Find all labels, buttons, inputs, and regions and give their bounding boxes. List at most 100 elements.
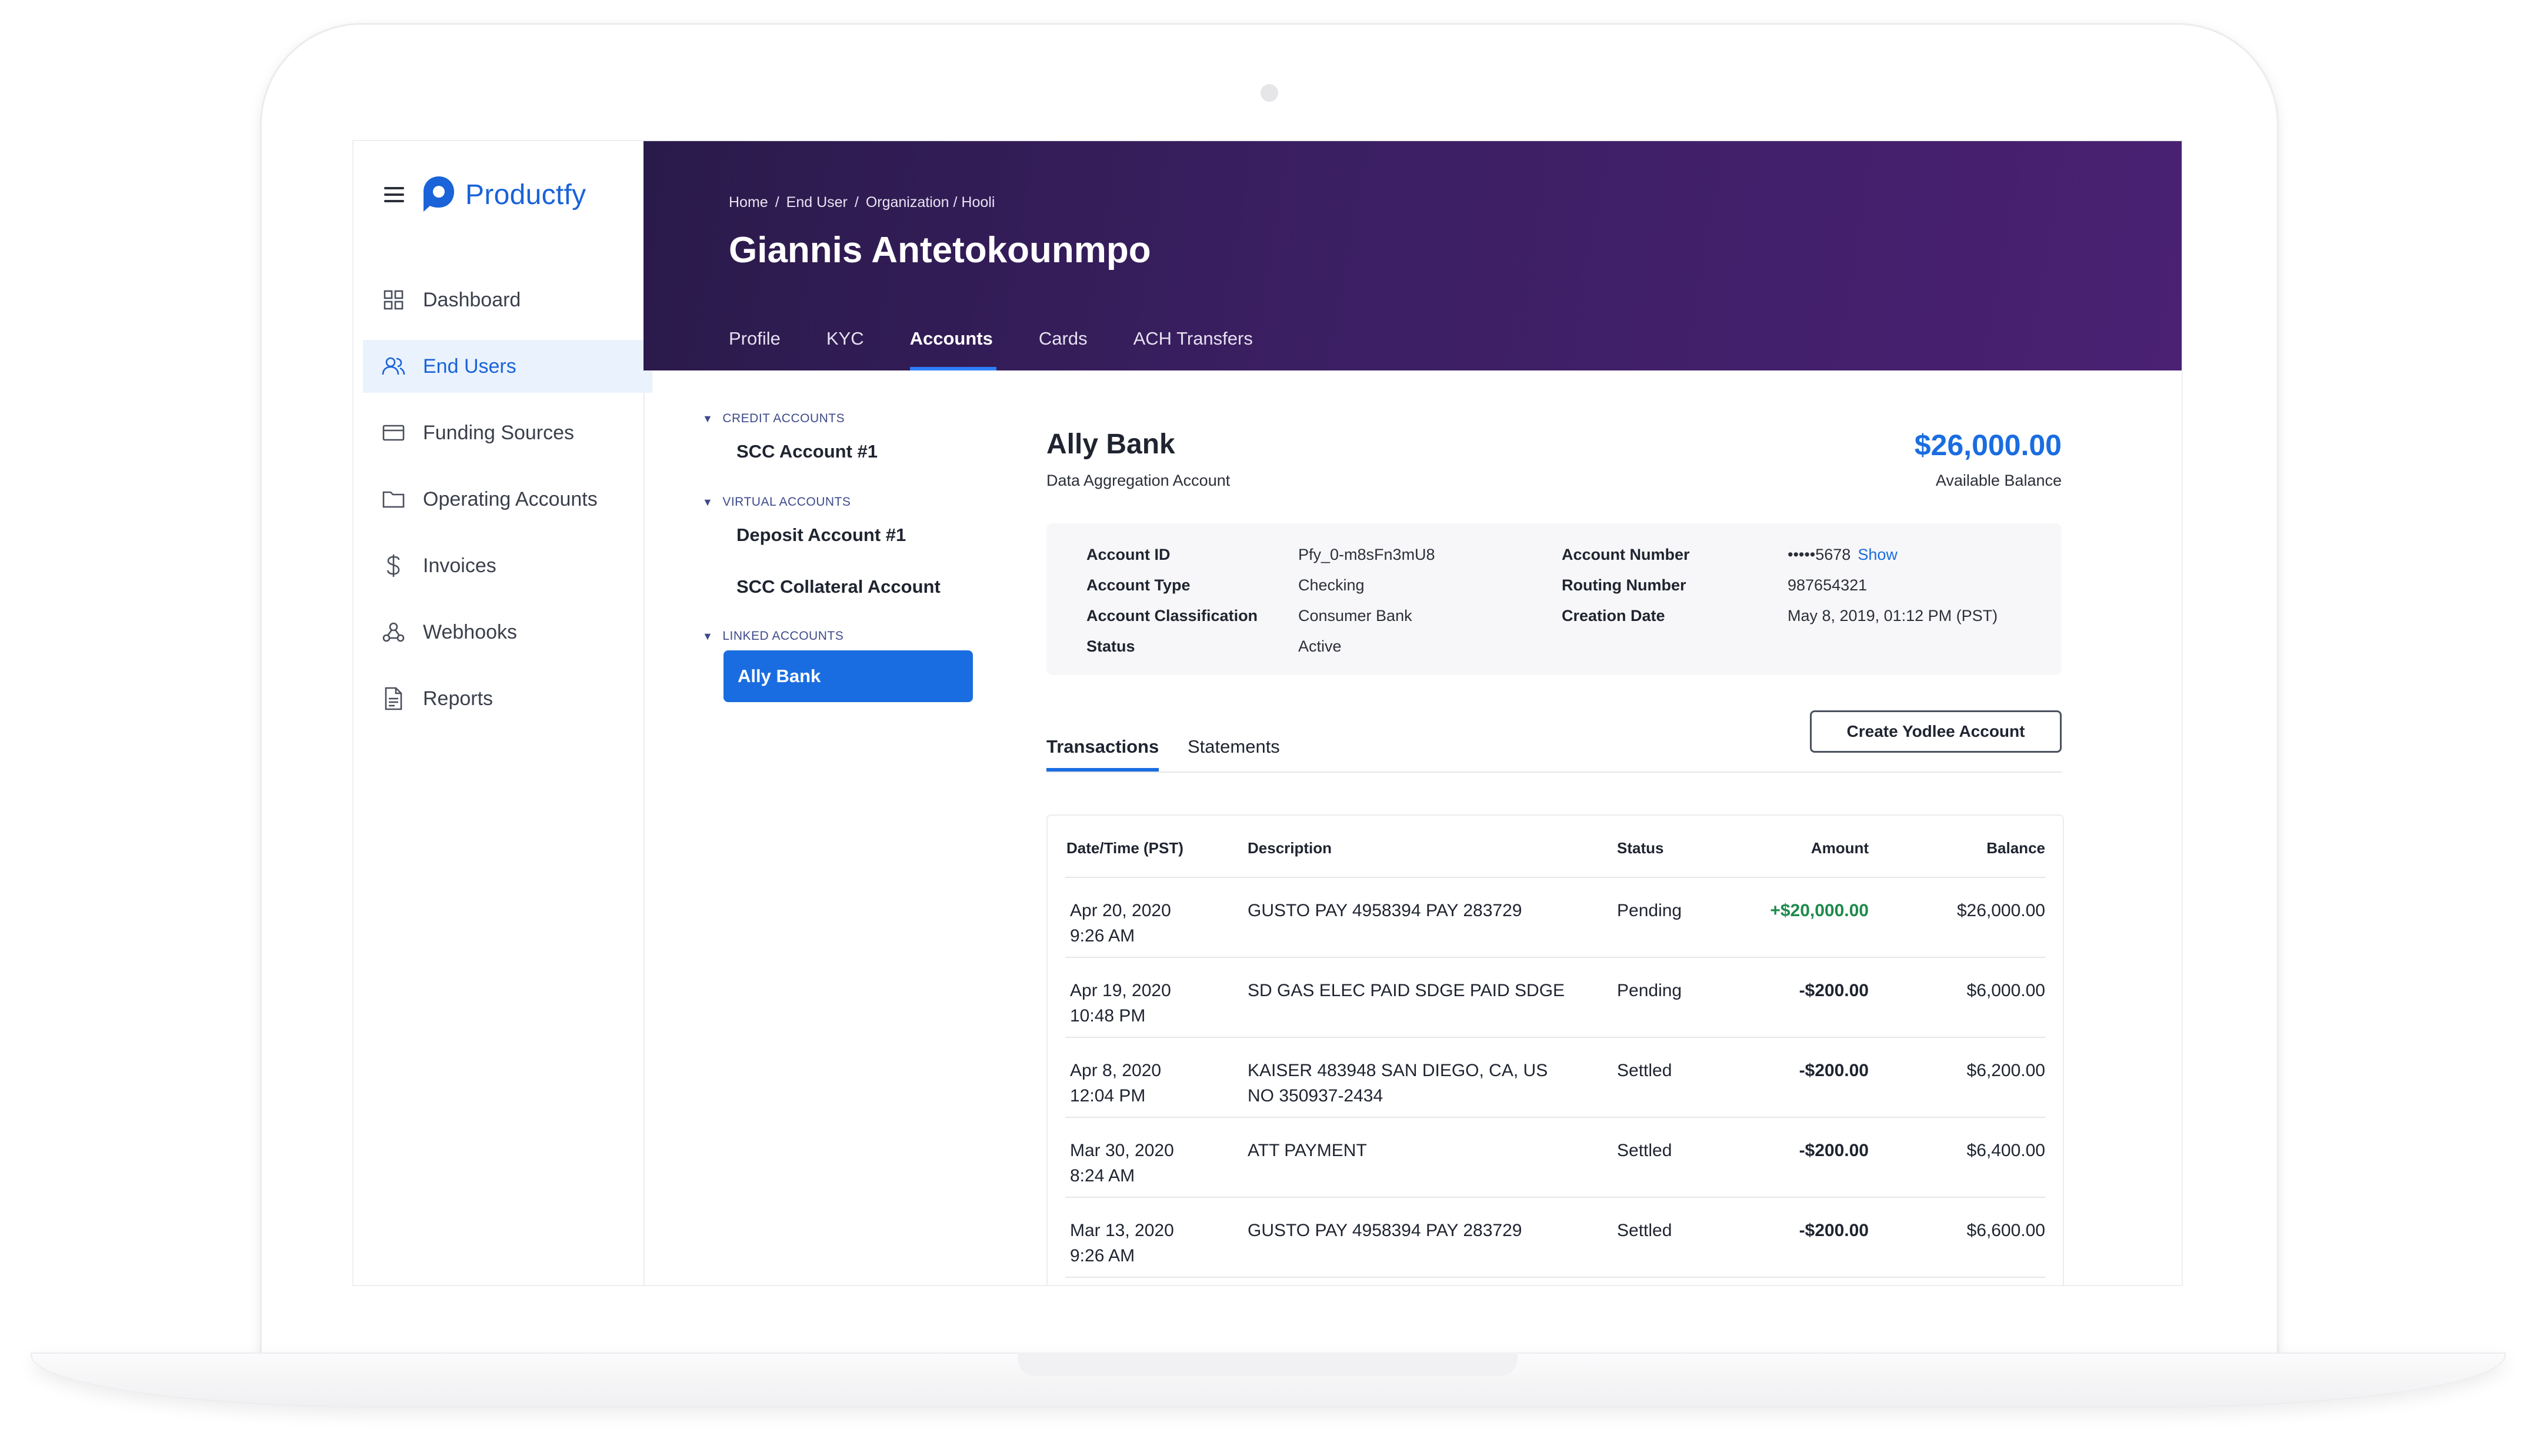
card-icon — [382, 421, 405, 445]
account-details-panel: Account ID Pfy_0-m8sFn3mU8 Account Type … — [1046, 523, 2062, 675]
caret-down-icon: ▼ — [702, 630, 713, 642]
sidebar-item-label: Operating Accounts — [423, 487, 598, 510]
status-label: Status — [1086, 637, 1135, 655]
column-header-status[interactable]: Status — [1617, 839, 1663, 857]
webhook-icon — [382, 620, 405, 644]
brand-row: Productfy — [384, 175, 586, 214]
description-cell: GUSTO PAY 4958394 PAY 283729 — [1248, 1221, 1522, 1240]
breadcrumb-organization[interactable]: Organization / Hooli — [866, 194, 995, 211]
app-name: Productfy — [465, 179, 586, 211]
date-cell: Apr 19, 2020 10:48 PM — [1070, 981, 1171, 1026]
classification-label: Account Classification — [1086, 607, 1258, 625]
date-cell: Mar 30, 2020 8:24 AM — [1070, 1141, 1174, 1185]
status-value: Active — [1298, 637, 1342, 655]
column-header-date[interactable]: Date/Time (PST) — [1066, 839, 1183, 857]
productfy-logo-icon — [424, 176, 454, 212]
tab-accounts[interactable]: Accounts — [909, 328, 997, 370]
balance-cell: $6,000.00 — [1966, 981, 2045, 1000]
sidebar-item-label: Funding Sources — [423, 421, 575, 444]
laptop-notch — [1018, 1353, 1518, 1376]
sidebar-item-dashboard[interactable]: Dashboard — [354, 273, 643, 326]
account-name: Ally Bank — [1046, 429, 1175, 460]
group-virtual-accounts[interactable]: ▼ VIRTUAL ACCOUNTS — [702, 495, 1055, 509]
account-type-label: Data Aggregation Account — [1046, 472, 1231, 489]
tab-cards[interactable]: Cards — [1039, 328, 1088, 370]
create-yodlee-account-button[interactable]: Create Yodlee Account — [1810, 710, 2062, 753]
user-header: Home / End User / Organization / Hooli Giann… — [643, 141, 2182, 370]
balance-cell: $6,600.00 — [1966, 1221, 2045, 1240]
tab-profile[interactable]: Profile — [729, 328, 781, 370]
amount-cell: -$200.00 — [1799, 1061, 1869, 1080]
table-row[interactable]: Apr 8, 2020 12:04 PM KAISER 483948 SAN DI… — [1065, 1037, 2045, 1118]
caret-down-icon: ▼ — [702, 496, 713, 508]
status-cell: Pending — [1617, 901, 1682, 920]
tab-statements[interactable]: Statements — [1188, 736, 1280, 770]
group-credit-accounts[interactable]: ▼ CREDIT ACCOUNTS — [702, 412, 1055, 426]
column-header-balance[interactable]: Balance — [1986, 839, 2045, 857]
tab-transactions[interactable]: Transactions — [1046, 736, 1159, 772]
group-linked-accounts[interactable]: ▼ LINKED ACCOUNTS — [702, 629, 1055, 643]
account-id-label: Account ID — [1086, 546, 1171, 563]
group-label: VIRTUAL ACCOUNTS — [722, 495, 851, 509]
table-row[interactable]: Apr 19, 2020 10:48 PM SD GAS ELEC PAID SD… — [1065, 957, 2045, 1038]
date-cell: Mar 13, 2020 9:26 AM — [1070, 1221, 1174, 1265]
date-cell: Apr 8, 2020 12:04 PM — [1070, 1061, 1162, 1106]
status-cell: Pending — [1617, 981, 1682, 1000]
group-label: LINKED ACCOUNTS — [722, 629, 844, 643]
app-screen: Productfy Dashboard End Users Funding So… — [354, 141, 2182, 1285]
table-row[interactable]: Apr 20, 2020 9:26 AM GUSTO PAY 4958394 PA… — [1065, 877, 2045, 958]
dollar-icon — [382, 554, 405, 577]
sidebar-item-label: Invoices — [423, 554, 496, 577]
header-tabs: Profile KYC Accounts Cards ACH Transfers — [729, 328, 1299, 370]
description-cell: SD GAS ELEC PAID SDGE PAID SDGE — [1248, 981, 1565, 1000]
sidebar-nav: Dashboard End Users Funding Sources Oper… — [354, 273, 652, 739]
folder-icon — [382, 487, 405, 511]
sidebar-item-webhooks[interactable]: Webhooks — [354, 606, 643, 659]
sidebar-item-invoices[interactable]: Invoices — [354, 539, 643, 592]
balance-cell: $26,000.00 — [1956, 901, 2045, 920]
available-balance: $26,000.00 — [1914, 429, 2062, 462]
sidebar-item-end-users[interactable]: End Users — [363, 340, 652, 393]
account-item-scc-collateral[interactable]: SCC Collateral Account — [702, 561, 1055, 613]
amount-cell: -$200.00 — [1799, 1221, 1869, 1240]
column-header-description[interactable]: Description — [1248, 839, 1332, 857]
account-item-deposit-1[interactable]: Deposit Account #1 — [702, 509, 1055, 561]
sidebar-item-operating-accounts[interactable]: Operating Accounts — [354, 473, 643, 526]
sidebar-item-label: Reports — [423, 687, 494, 710]
account-type-key: Account Type — [1086, 576, 1191, 594]
account-number-label: Account Number — [1562, 546, 1690, 563]
show-account-number-link[interactable]: Show — [1858, 546, 1898, 563]
tab-ach-transfers[interactable]: ACH Transfers — [1133, 328, 1253, 370]
table-row[interactable]: Mar 30, 2020 8:24 AM ATT PAYMENT Settled … — [1065, 1117, 2045, 1198]
column-header-amount[interactable]: Amount — [1811, 839, 1869, 857]
amount-cell: -$200.00 — [1799, 1141, 1869, 1160]
creation-date-label: Creation Date — [1562, 607, 1665, 625]
tab-kyc[interactable]: KYC — [826, 328, 864, 370]
account-id-value: Pfy_0-m8sFn3mU8 — [1298, 546, 1435, 563]
account-type-value: Checking — [1298, 576, 1365, 594]
table-row[interactable]: Mar 13, 2020 9:26 AM GUSTO PAY 4958394 PA… — [1065, 1197, 2045, 1278]
webcam — [1261, 84, 1278, 102]
creation-date-value: May 8, 2019, 01:12 PM (PST) — [1788, 607, 1998, 625]
breadcrumb-end-user[interactable]: End User — [786, 194, 848, 211]
sidebar-item-funding-sources[interactable]: Funding Sources — [354, 406, 643, 459]
sidebar-item-reports[interactable]: Reports — [354, 672, 643, 725]
classification-value: Consumer Bank — [1298, 607, 1412, 625]
status-cell: Settled — [1617, 1061, 1672, 1080]
description-cell: KAISER 483948 SAN DIEGO, CA, US NO 350937… — [1248, 1061, 1548, 1106]
balance-cell: $6,400.00 — [1966, 1141, 2045, 1160]
sidebar-item-label: Webhooks — [423, 620, 518, 643]
sidebar-item-label: End Users — [423, 355, 516, 378]
breadcrumb: Home / End User / Organization / Hooli — [729, 194, 995, 211]
transactions-table: Date/Time (PST) Description Status Amoun… — [1046, 814, 2064, 1285]
account-item-scc-1[interactable]: SCC Account #1 — [702, 426, 1055, 477]
account-item-ally-bank[interactable]: Ally Bank — [723, 650, 973, 702]
date-cell: Apr 20, 2020 9:26 AM — [1070, 901, 1171, 946]
routing-number-value: 987654321 — [1788, 576, 1868, 594]
amount-cell: -$200.00 — [1799, 981, 1869, 1000]
hamburger-menu-icon[interactable] — [384, 187, 404, 202]
description-cell: GUSTO PAY 4958394 PAY 283729 — [1248, 901, 1522, 920]
table-row — [1065, 1277, 2045, 1285]
breadcrumb-home[interactable]: Home — [729, 194, 768, 211]
available-balance-label: Available Balance — [1935, 472, 2062, 489]
